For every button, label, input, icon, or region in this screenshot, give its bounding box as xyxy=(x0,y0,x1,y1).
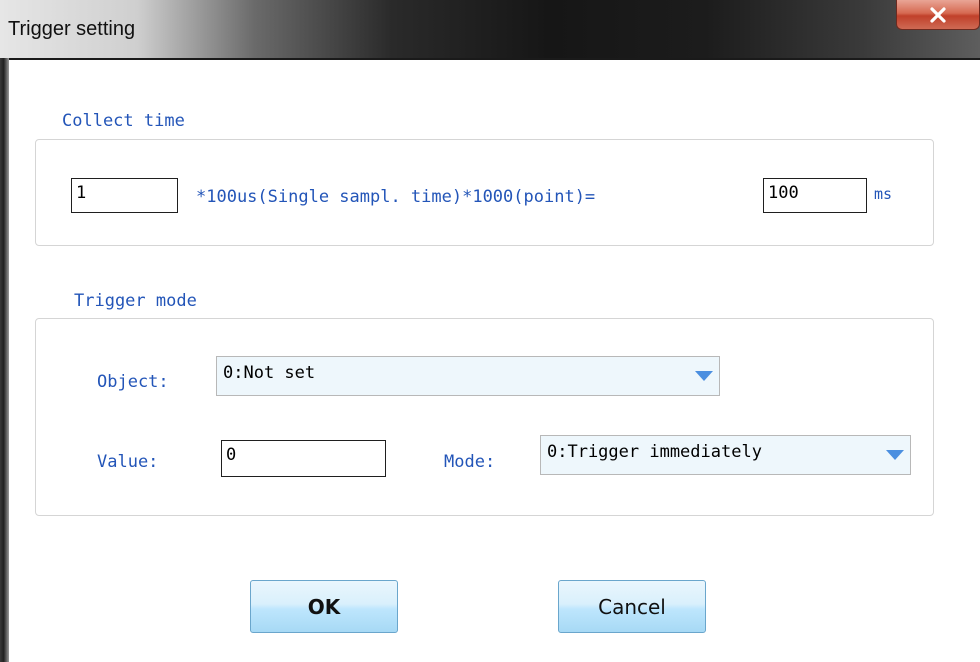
chevron-down-icon[interactable] xyxy=(880,436,910,474)
close-x-icon xyxy=(928,6,948,24)
trigger-mode-group-label: Trigger mode xyxy=(74,291,197,311)
window-top-border xyxy=(9,58,980,60)
object-select[interactable]: 0:Not set xyxy=(216,356,720,396)
trigger-mode-group xyxy=(35,318,934,516)
cancel-button[interactable]: Cancel xyxy=(558,580,706,633)
ok-button[interactable]: OK xyxy=(250,580,398,633)
window-left-border xyxy=(0,58,9,662)
object-label: Object: xyxy=(97,372,169,392)
chevron-down-icon[interactable] xyxy=(689,357,719,395)
title-bar: Trigger setting xyxy=(0,0,980,58)
result-ms-input[interactable]: 100 xyxy=(763,178,867,213)
close-button[interactable] xyxy=(896,0,980,30)
mode-select[interactable]: 0:Trigger immediately xyxy=(540,435,911,475)
ok-button-label: OK xyxy=(307,594,341,619)
formula-text: *100us(Single sampl. time)*1000(point)= xyxy=(196,187,596,207)
unit-ms-label: ms xyxy=(874,185,893,203)
window-title: Trigger setting xyxy=(8,18,136,40)
mode-label: Mode: xyxy=(444,452,496,472)
value-label: Value: xyxy=(97,452,159,472)
multiplier-input[interactable]: 1 xyxy=(71,178,178,213)
value-input[interactable]: 0 xyxy=(221,440,386,477)
cancel-button-label: Cancel xyxy=(598,594,666,619)
collect-time-group-label: Collect time xyxy=(62,111,185,131)
